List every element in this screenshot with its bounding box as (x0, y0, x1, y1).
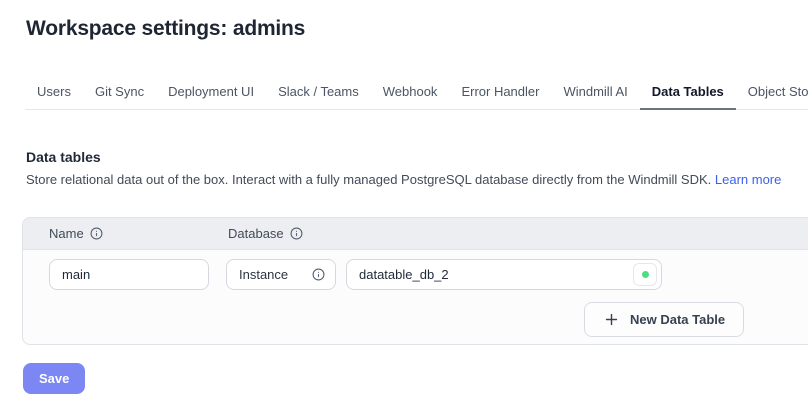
tab-webhook[interactable]: Webhook (371, 76, 450, 110)
new-table-row: New Data Table (49, 302, 808, 337)
learn-more-link[interactable]: Learn more (715, 172, 781, 187)
tab-windmill-ai[interactable]: Windmill AI (551, 76, 639, 110)
database-name-field (346, 259, 662, 290)
table-body: Instance New Data Table (23, 250, 808, 344)
new-data-table-button-label: New Data Table (630, 312, 725, 327)
database-name-input[interactable] (346, 259, 662, 290)
db-status-dot (642, 271, 649, 278)
column-header-database: Database (228, 226, 303, 241)
section-description: Store relational data out of the box. In… (26, 172, 782, 187)
db-status-badge[interactable] (633, 263, 657, 286)
tab-object-storage[interactable]: Object Storage (736, 76, 808, 110)
save-button[interactable]: Save (23, 363, 85, 394)
tab-data-tables[interactable]: Data Tables (640, 76, 736, 110)
section-description-text: Store relational data out of the box. In… (26, 172, 711, 187)
table-header-row: Name Database (23, 218, 808, 250)
info-icon[interactable] (90, 227, 103, 240)
data-tables-card: Name Database Instance (22, 217, 808, 345)
table-row: Instance (49, 259, 808, 290)
info-icon[interactable] (290, 227, 303, 240)
table-name-input[interactable] (49, 259, 209, 290)
plus-icon (603, 311, 620, 328)
database-source-label: Instance (239, 267, 288, 282)
info-icon[interactable] (312, 268, 325, 281)
new-data-table-button[interactable]: New Data Table (584, 302, 744, 337)
section-heading: Data tables (26, 149, 808, 165)
tab-error-handler[interactable]: Error Handler (449, 76, 551, 110)
settings-tab-bar: Users Git Sync Deployment UI Slack / Tea… (25, 76, 808, 110)
column-header-name-label: Name (49, 226, 84, 241)
column-header-database-label: Database (228, 226, 284, 241)
column-header-name: Name (49, 226, 228, 241)
page-title: Workspace settings: admins (26, 15, 808, 43)
tab-git-sync[interactable]: Git Sync (83, 76, 156, 110)
database-source-select[interactable]: Instance (226, 259, 336, 290)
tab-slack-teams[interactable]: Slack / Teams (266, 76, 371, 110)
tab-users[interactable]: Users (25, 76, 83, 110)
tab-deployment-ui[interactable]: Deployment UI (156, 76, 266, 110)
